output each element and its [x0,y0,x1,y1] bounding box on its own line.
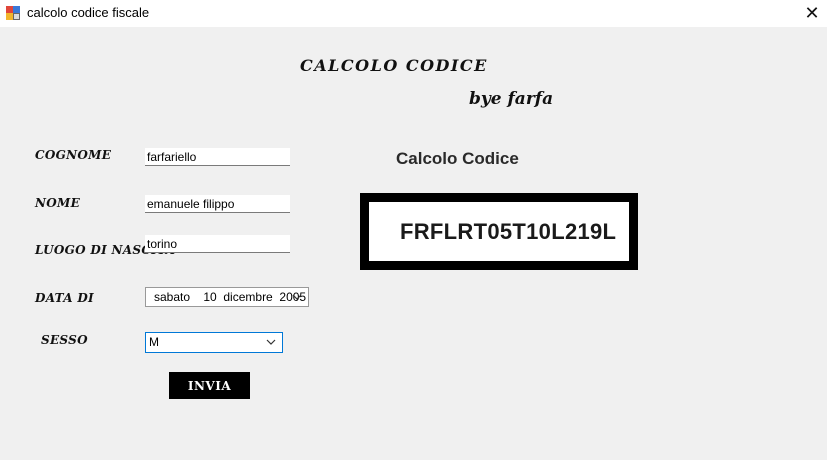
nome-field[interactable] [145,195,290,213]
data-nascita-label: DATA DI [35,291,94,305]
birth-date-value: sabato 10 dicembre 2005 [154,290,307,304]
sesso-value: M [149,335,159,349]
result-box: FRFLRT05T10L219L [360,193,638,270]
sesso-label: SESSO [41,333,88,347]
cognome-label: COGNOME [35,148,112,162]
page-subtitle: bye farfa [469,89,554,109]
result-label: Calcolo Codice [396,149,519,168]
birth-date-picker[interactable]: sabato 10 dicembre 2005 [145,287,309,307]
close-button[interactable]: ✕ [797,0,827,27]
title-bar: calcolo codice fiscale ✕ [0,0,827,27]
cognome-field[interactable] [145,148,290,166]
app-icon[interactable] [6,6,20,20]
close-icon[interactable]: ✕ [804,3,819,24]
nome-label: NOME [35,196,81,210]
luogo-nascita-field[interactable] [145,235,290,253]
chevron-down-icon[interactable] [292,293,302,301]
window-title: calcolo codice fiscale [27,5,150,20]
page-title: CALCOLO CODICE [300,56,488,75]
chevron-down-icon[interactable] [266,338,276,346]
codice-fiscale-value: FRFLRT05T10L219L [400,219,617,244]
sesso-select[interactable]: M [145,332,283,353]
invia-button[interactable]: INVIA [169,372,250,399]
